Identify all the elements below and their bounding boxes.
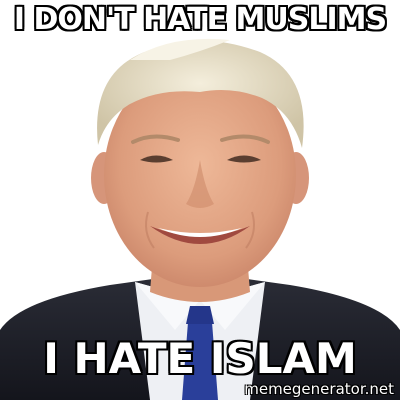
top-caption: I DON'T HATE MUSLIMS <box>13 1 388 38</box>
watermark: memegenerator.net <box>244 380 394 398</box>
bottom-caption: I HATE ISLAM <box>42 333 358 384</box>
meme-image: I DON'T HATE MUSLIMS I HATE ISLAM memege… <box>0 0 400 400</box>
